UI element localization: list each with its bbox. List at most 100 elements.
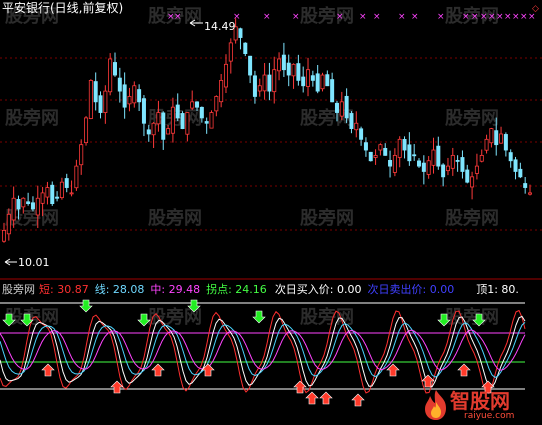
signal-mark: × xyxy=(359,12,367,22)
chart-title: 平安银行(日线,前复权) xyxy=(2,1,124,15)
candle-body xyxy=(397,138,402,158)
watermark-text: 股旁网 xyxy=(444,207,499,229)
signal-mark: × xyxy=(488,12,496,22)
candle-body xyxy=(441,164,446,178)
candle-body xyxy=(296,63,301,81)
candle-body xyxy=(281,54,286,71)
candle-body xyxy=(209,112,214,129)
candle-body xyxy=(499,133,504,144)
candle-body xyxy=(489,128,494,144)
candle-body xyxy=(257,85,262,92)
chart-canvas[interactable]: 股旁网 股旁网 股旁网 股旁网股旁网 股旁网 股旁网 股旁网股旁网 股旁网 股旁网 股旁网股旁网股… xyxy=(0,0,542,425)
legend-top: 顶1: 80. xyxy=(476,283,519,296)
legend-sell: 次日卖出价: 0.00 xyxy=(367,283,455,296)
watermark-text: 股旁网 xyxy=(299,207,354,229)
candle-body xyxy=(127,96,132,105)
candle-body xyxy=(378,144,383,151)
candle-body xyxy=(267,74,272,92)
candle-body xyxy=(523,183,528,188)
candle-body xyxy=(344,95,349,119)
candle-body xyxy=(98,95,103,113)
candle-body xyxy=(417,160,422,167)
candle-body xyxy=(185,112,190,135)
signal-mark: × xyxy=(462,12,470,22)
candle-body xyxy=(248,55,253,76)
watermark-text: 股旁网 xyxy=(299,5,354,27)
signal-mark: × xyxy=(520,12,528,22)
sell-signal-arrow-icon xyxy=(79,299,93,313)
candle-body xyxy=(291,63,296,77)
candle-body xyxy=(484,138,489,151)
candle-body xyxy=(320,74,325,90)
candle-body xyxy=(21,197,26,208)
candle-body xyxy=(518,168,523,178)
candle-body xyxy=(30,202,35,210)
candle-body xyxy=(16,199,21,210)
candle-body xyxy=(79,144,84,166)
stock-chart-window[interactable]: 股旁网 股旁网 股旁网 股旁网 股旁网 股旁网 股旁网 股旁网 股旁网 股旁网 股旁网 股旁网 股旁网股… xyxy=(0,0,542,425)
signal-mark: × xyxy=(336,12,344,22)
legend-line: 线: 28.08 xyxy=(94,283,145,296)
candle-body xyxy=(286,62,291,76)
watermark-text: 股旁网 xyxy=(147,207,202,229)
watermark-text: 股旁网 xyxy=(444,306,499,328)
candle-body xyxy=(108,58,113,93)
flame-icon xyxy=(425,390,446,420)
candle-body xyxy=(84,117,89,144)
candle-body xyxy=(252,75,257,97)
candle-body xyxy=(368,151,373,162)
logo-brand: 智股网 xyxy=(450,389,510,413)
candle-body xyxy=(330,79,335,103)
high-price-label: 14.49 xyxy=(204,20,236,33)
candle-body xyxy=(195,101,200,108)
candle-body xyxy=(301,76,306,87)
candle-body xyxy=(383,147,388,156)
candle-body xyxy=(151,122,156,136)
buy-signal-arrow-icon xyxy=(351,393,365,407)
candle-body xyxy=(74,165,79,189)
candle-body xyxy=(137,89,142,103)
watermark-text: 股旁网 xyxy=(4,107,59,129)
candle-body xyxy=(166,128,171,135)
buy-signal-arrow-icon xyxy=(151,363,165,377)
candle-body xyxy=(272,69,277,93)
candle-body xyxy=(306,69,311,87)
signal-mark: × xyxy=(398,12,406,22)
candle-body xyxy=(170,106,175,134)
candle-body xyxy=(315,73,320,92)
watermark-text: 股旁网 xyxy=(444,107,499,129)
candle-body xyxy=(373,154,378,158)
candle-body xyxy=(40,192,45,204)
candle-body xyxy=(11,197,16,221)
buy-signal-arrow-icon xyxy=(41,363,55,377)
candle-body xyxy=(402,139,407,151)
signal-mark: × xyxy=(504,12,512,22)
candle-body xyxy=(426,160,431,175)
candle-body xyxy=(513,159,518,172)
legend-mid: 中: 29.48 xyxy=(150,283,201,296)
candle-body xyxy=(412,154,417,157)
candle-body xyxy=(204,121,209,124)
legend-watermark: 股旁网 xyxy=(2,283,35,296)
osc-line-mid xyxy=(0,329,526,371)
buy-signal-arrow-icon xyxy=(293,380,307,394)
candle-body xyxy=(103,90,108,113)
candle-body xyxy=(359,128,364,140)
signal-mark: × xyxy=(512,12,520,22)
candle-body xyxy=(6,213,11,235)
signal-mark: × xyxy=(480,12,488,22)
candle-body xyxy=(436,145,441,167)
candle-body xyxy=(470,176,475,188)
signal-mark: × xyxy=(174,12,182,22)
candle-body xyxy=(117,77,122,92)
candle-body xyxy=(310,75,315,81)
candle-body xyxy=(243,42,248,55)
candle-body xyxy=(64,178,69,188)
candle-body xyxy=(88,79,93,119)
candle-body xyxy=(219,79,224,103)
candle-body xyxy=(59,181,64,199)
candle-body xyxy=(93,81,98,103)
candle-body xyxy=(349,113,354,130)
signal-mark: × xyxy=(263,12,271,22)
candle-body xyxy=(455,160,460,162)
